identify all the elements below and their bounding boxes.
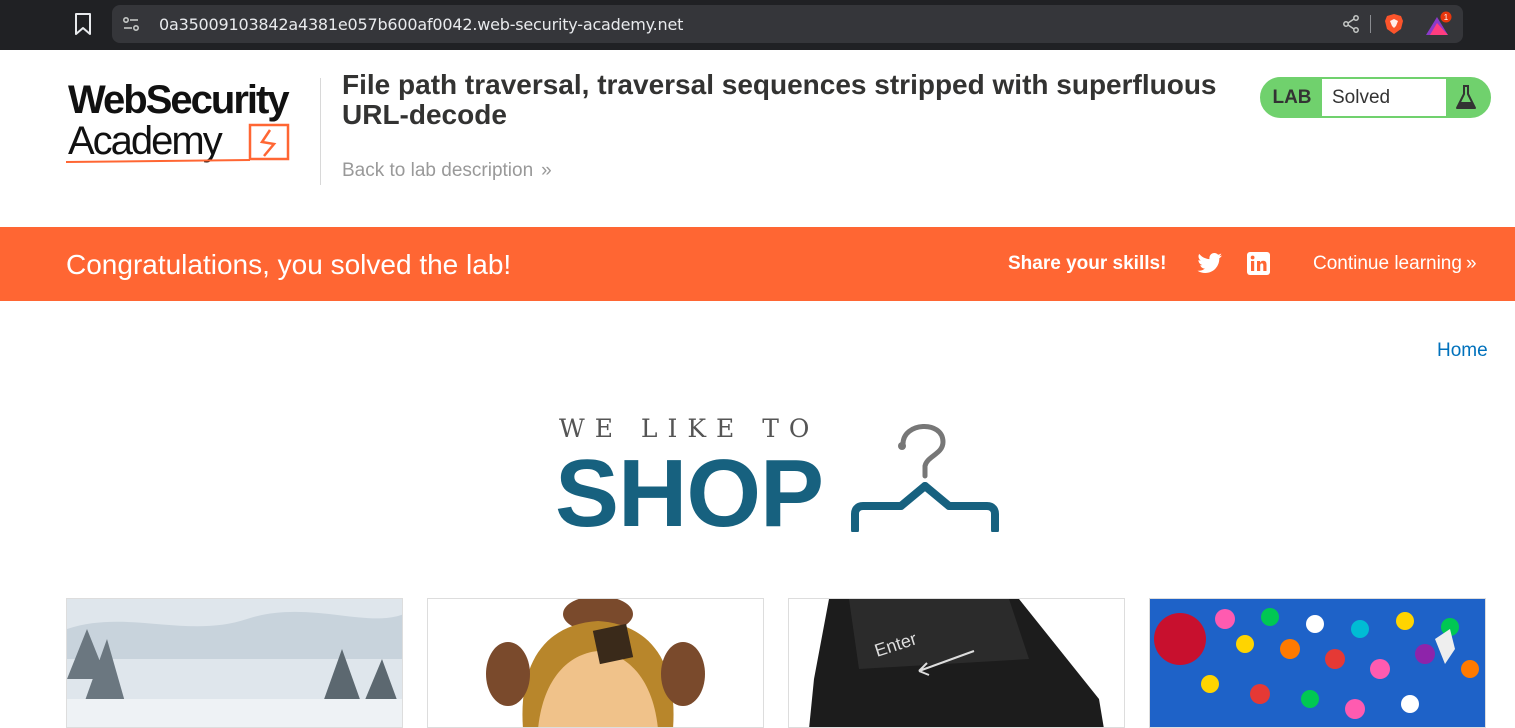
- web-security-academy-logo[interactable]: WebSecurity Academy: [66, 76, 316, 168]
- product-image-snowy-landscape: [67, 599, 402, 727]
- product-card[interactable]: [427, 598, 764, 728]
- shop-word: SHOP: [555, 440, 824, 547]
- flask-icon[interactable]: [1454, 84, 1478, 112]
- brave-shield-icon[interactable]: [1382, 12, 1406, 36]
- solved-banner: Congratulations, you solved the lab! Sha…: [0, 227, 1515, 301]
- site-info-icon[interactable]: [122, 15, 140, 33]
- bookmark-icon[interactable]: [74, 13, 92, 35]
- continue-learning-label: Continue learning: [1313, 253, 1462, 274]
- congratulations-message: Congratulations, you solved the lab!: [66, 249, 512, 280]
- shop-tagline: WE LIKE TO: [559, 414, 820, 443]
- linkedin-icon[interactable]: [1247, 252, 1270, 275]
- lab-title: File path traversal, traversal sequences…: [342, 69, 1217, 130]
- product-image-enter-key-cushion: Enter: [789, 599, 1124, 727]
- product-card[interactable]: Enter: [788, 598, 1125, 728]
- header-divider: [320, 78, 321, 185]
- hanger-icon: [851, 424, 999, 532]
- share-icon[interactable]: [1341, 14, 1361, 34]
- chevron-right-icon: »: [541, 160, 552, 181]
- home-link[interactable]: Home: [1437, 340, 1488, 362]
- shop-logo: WE LIKE TO SHOP: [555, 410, 1005, 542]
- share-skills-label: Share your skills!: [1008, 253, 1167, 274]
- continue-learning-link[interactable]: Continue learning»: [1313, 253, 1477, 275]
- chevron-right-icon: »: [1465, 253, 1477, 274]
- back-link-label: Back to lab description: [342, 160, 534, 181]
- product-image-poo-head-hat: [428, 599, 763, 727]
- rewards-badge-count: 1: [1444, 13, 1449, 22]
- url-divider: [1370, 15, 1371, 33]
- lab-status-text: Solved: [1322, 79, 1446, 116]
- logo-line1: WebSecurity: [68, 78, 290, 122]
- twitter-icon[interactable]: [1197, 252, 1223, 276]
- logo-line2: Academy: [68, 119, 223, 163]
- url-text[interactable]: 0a35009103842a4381e057b600af0042.web-sec…: [159, 15, 683, 34]
- product-card[interactable]: [1149, 598, 1486, 728]
- lab-badge: LAB: [1272, 87, 1312, 108]
- product-card[interactable]: [66, 598, 403, 728]
- browser-toolbar: 0a35009103842a4381e057b600af0042.web-sec…: [0, 0, 1515, 50]
- lab-status-widget: LAB Solved: [1260, 77, 1491, 118]
- brave-rewards-icon[interactable]: 1: [1424, 11, 1452, 37]
- address-bar[interactable]: 0a35009103842a4381e057b600af0042.web-sec…: [112, 5, 1463, 43]
- product-image-balloons: [1150, 599, 1485, 727]
- back-to-lab-description-link[interactable]: Back to lab description »: [342, 160, 552, 182]
